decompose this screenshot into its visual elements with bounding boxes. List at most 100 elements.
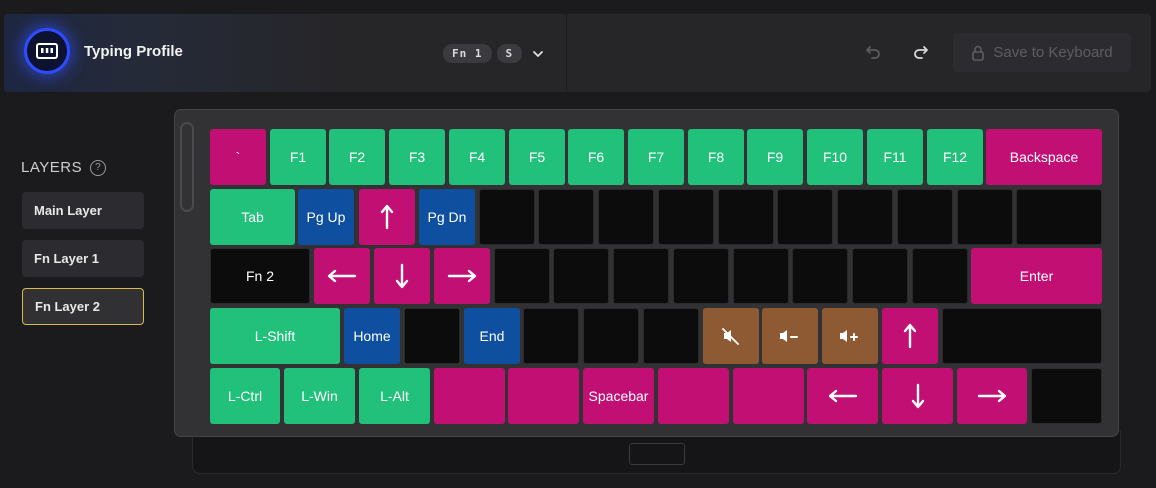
volume-up-icon [838, 327, 862, 345]
key-f7[interactable]: F7 [628, 129, 684, 185]
key-f2[interactable]: F2 [329, 129, 385, 185]
key-l-alt[interactable]: L-Alt [359, 368, 430, 424]
key-down-arrow[interactable] [882, 368, 953, 424]
key-label: Pg Up [306, 209, 346, 225]
key-enter[interactable]: Enter [971, 248, 1102, 304]
key-l-ctrl[interactable]: L-Ctrl [210, 368, 280, 424]
key-label: F11 [883, 149, 907, 165]
key-blank[interactable] [494, 248, 550, 304]
profile-title: Typing Profile [84, 43, 183, 60]
key-blank[interactable] [508, 368, 579, 424]
key-blank[interactable] [792, 248, 848, 304]
key-f12[interactable]: F12 [927, 129, 983, 185]
key-blank[interactable] [733, 368, 804, 424]
keyboard-slot [180, 122, 194, 212]
s-badge: S [496, 44, 523, 63]
chevron-down-icon[interactable] [531, 47, 545, 61]
key-down-arrow[interactable] [374, 248, 430, 304]
key-blank[interactable] [583, 308, 639, 364]
right-arrow-icon [977, 389, 1007, 403]
key-l-win[interactable]: L-Win [284, 368, 355, 424]
layer-fn1[interactable]: Fn Layer 1 [22, 240, 144, 277]
header-bar: Typing Profile Fn 1 S Save to Keyboard [4, 14, 1151, 92]
save-label: Save to Keyboard [993, 44, 1113, 61]
key-pg-dn[interactable]: Pg Dn [419, 189, 475, 245]
key-volume-up[interactable] [822, 308, 878, 364]
key-fn-2[interactable]: Fn 2 [210, 248, 310, 304]
key-backtick[interactable]: ` [210, 129, 266, 185]
key-f5[interactable]: F5 [509, 129, 565, 185]
key-blank[interactable] [598, 189, 654, 245]
key-spacebar[interactable]: Spacebar [583, 368, 654, 424]
key-label: F4 [468, 149, 486, 165]
key-backspace[interactable]: Backspace [986, 129, 1102, 185]
key-blank[interactable] [673, 248, 729, 304]
key-f9[interactable]: F9 [747, 129, 803, 185]
key-blank[interactable] [1016, 189, 1102, 245]
key-label: Tab [241, 209, 264, 225]
key-end[interactable]: End [464, 308, 520, 364]
key-blank[interactable] [553, 248, 609, 304]
key-up-arrow[interactable] [882, 308, 938, 364]
key-label: Enter [1019, 268, 1054, 284]
up-arrow-icon [903, 323, 917, 349]
key-blank[interactable] [658, 189, 714, 245]
key-label: End [479, 328, 505, 344]
key-mute[interactable] [703, 308, 759, 364]
key-home[interactable]: Home [344, 308, 400, 364]
key-blank[interactable] [1031, 368, 1102, 424]
down-arrow-icon [911, 383, 925, 409]
key-blank[interactable] [658, 368, 729, 424]
key-label: L-Ctrl [227, 388, 263, 404]
key-blank[interactable] [718, 189, 774, 245]
down-arrow-icon [395, 263, 409, 289]
undo-button[interactable] [861, 40, 885, 64]
volume-down-icon [778, 327, 802, 345]
key-blank[interactable] [777, 189, 833, 245]
key-f8[interactable]: F8 [688, 129, 744, 185]
mute-icon [721, 327, 741, 345]
key-blank[interactable] [523, 308, 579, 364]
key-f4[interactable]: F4 [449, 129, 505, 185]
key-right-arrow[interactable] [957, 368, 1027, 424]
key-blank[interactable] [957, 189, 1013, 245]
key-blank[interactable] [404, 308, 460, 364]
key-blank[interactable] [897, 189, 953, 245]
key-label: F3 [408, 149, 426, 165]
layers-title: LAYERS [21, 159, 83, 176]
key-blank[interactable] [942, 308, 1102, 364]
key-blank[interactable] [479, 189, 535, 245]
key-right-arrow[interactable] [434, 248, 490, 304]
key-blank[interactable] [733, 248, 789, 304]
key-blank[interactable] [643, 308, 699, 364]
key-f1[interactable]: F1 [270, 129, 326, 185]
key-pg-up[interactable]: Pg Up [298, 189, 354, 245]
key-blank[interactable] [837, 189, 893, 245]
fn-badge: Fn 1 [443, 44, 492, 63]
help-icon[interactable]: ? [90, 159, 107, 176]
layer-fn2[interactable]: Fn Layer 2 [22, 288, 144, 325]
key-tab[interactable]: Tab [210, 189, 295, 245]
profile-badges[interactable]: Fn 1 S [443, 44, 545, 63]
save-to-keyboard-button[interactable]: Save to Keyboard [953, 33, 1131, 72]
right-arrow-icon [447, 269, 477, 283]
key-blank[interactable] [912, 248, 968, 304]
key-left-arrow[interactable] [314, 248, 370, 304]
key-blank[interactable] [613, 248, 669, 304]
key-f3[interactable]: F3 [389, 129, 445, 185]
key-volume-down[interactable] [762, 308, 818, 364]
key-f6[interactable]: F6 [568, 129, 624, 185]
layer-main[interactable]: Main Layer [22, 192, 144, 229]
key-l-shift[interactable]: L-Shift [210, 308, 340, 364]
key-blank[interactable] [538, 189, 594, 245]
key-up-arrow[interactable] [359, 189, 415, 245]
left-arrow-icon [327, 269, 357, 283]
key-f11[interactable]: F11 [867, 129, 923, 185]
key-f10[interactable]: F10 [807, 129, 863, 185]
key-left-arrow[interactable] [807, 368, 878, 424]
redo-button[interactable] [909, 40, 933, 64]
key-label: Fn 2 [245, 268, 274, 284]
key-blank[interactable] [434, 368, 505, 424]
key-blank[interactable] [852, 248, 908, 304]
layer-label: Main Layer [34, 203, 102, 218]
